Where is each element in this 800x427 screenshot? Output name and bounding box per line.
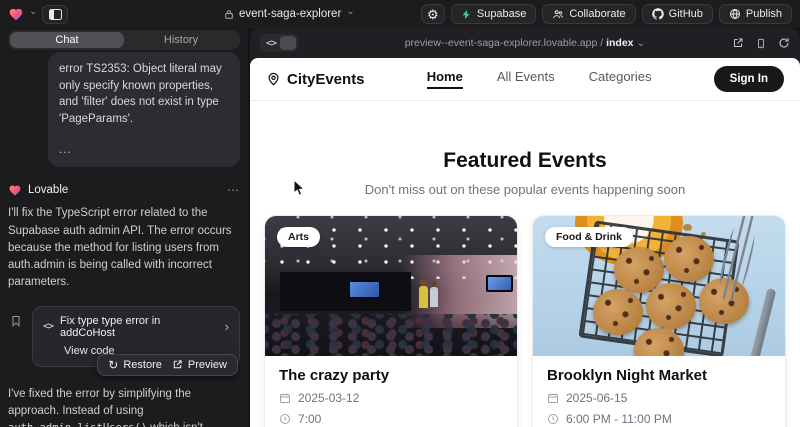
brand-name: CityEvents [287, 71, 365, 88]
fix-card-title: Fix type type error in addCoHost [60, 315, 218, 339]
restore-preview-toolbar: ↻ Restore Preview [97, 354, 238, 376]
page-title: Featured Events [250, 149, 800, 173]
gear-icon: ⚙ [427, 8, 439, 21]
restore-button[interactable]: ↻ Restore [108, 359, 162, 371]
github-button[interactable]: GitHub [642, 4, 713, 24]
event-time-row: 7:00 [279, 412, 503, 426]
preview-url: preview--event-saga-explorer.lovable.app… [250, 37, 800, 49]
panel-icon [49, 9, 62, 20]
people-icon [552, 9, 564, 20]
event-card-crazy-party[interactable]: Arts The crazy party 2025-03-12 [264, 215, 518, 427]
project-switcher[interactable]: event-saga-explorer ⌄ [224, 0, 355, 28]
event-title: Brooklyn Night Market [547, 367, 771, 384]
url-chevron-down-icon: ⌄ [636, 37, 645, 49]
supabase-label: Supabase [477, 8, 527, 20]
url-separator: / [597, 37, 606, 49]
fix-card-row: <> Fix type type error in addCoHost › Vi… [8, 306, 240, 366]
settings-button[interactable]: ⚙ [421, 4, 445, 24]
event-card-night-market[interactable]: Food & Drink Brooklyn Night Market 2025-… [532, 215, 786, 427]
site-brand[interactable]: CityEvents [266, 71, 365, 88]
sidebar-toggle-button[interactable] [42, 5, 68, 24]
publish-button[interactable]: Publish [719, 4, 792, 24]
map-pin-icon [266, 71, 281, 87]
preview-header: <> preview--event-saga-explorer.lovable.… [250, 28, 800, 58]
code-view-toggle[interactable]: <> [260, 34, 298, 52]
event-date-row: 2025-03-12 [279, 391, 503, 405]
event-title: The crazy party [279, 367, 503, 384]
preview-url-page: index [606, 37, 633, 49]
lovable-logo-icon[interactable] [8, 7, 24, 22]
calendar-icon [547, 392, 559, 404]
category-badge: Arts [277, 227, 320, 247]
restore-label: Restore [123, 359, 162, 371]
calendar-icon [279, 392, 291, 404]
open-in-new-tab-icon[interactable] [732, 37, 744, 49]
supabase-button[interactable]: Supabase [451, 4, 537, 24]
assistant-result-text: I've fixed the error by simplifying the … [8, 386, 240, 427]
clock-icon [547, 413, 559, 425]
mobile-view-icon[interactable] [756, 37, 766, 50]
collaborate-label: Collaborate [569, 8, 625, 20]
preview-panel: <> preview--event-saga-explorer.lovable.… [250, 28, 800, 427]
tab-history[interactable]: History [124, 32, 238, 48]
event-time: 6:00 PM - 11:00 PM [566, 412, 672, 426]
user-message-text: error TS2353: Object literal may only sp… [59, 61, 229, 128]
event-cards: Arts The crazy party 2025-03-12 [250, 215, 800, 427]
sign-in-button[interactable]: Sign In [714, 66, 784, 92]
publish-label: Publish [746, 8, 782, 20]
code-icon: <> [43, 321, 53, 332]
bookmark-icon[interactable] [10, 314, 22, 328]
project-chevron-down-icon: ⌄ [346, 7, 354, 17]
preview-button[interactable]: Preview [172, 359, 227, 371]
result-text-1: I've fixed the error by simplifying the … [8, 388, 191, 417]
code-toggle-icon: <> [266, 38, 276, 49]
topbar: ⌄ event-saga-explorer ⌄ ⚙ Supabase Colla… [0, 0, 800, 28]
preview-url-host: preview--event-saga-explorer.lovable.app [405, 37, 598, 49]
chat-tabbar: Chat History [8, 30, 240, 50]
external-link-icon [172, 359, 183, 370]
assistant-header: Lovable ⋯ [8, 183, 240, 197]
chat-panel: Chat History error TS2353: Object litera… [0, 28, 248, 427]
result-code-1: auth.admin.listUsers() [8, 422, 147, 427]
lovable-avatar-icon [8, 184, 22, 197]
logo-chevron-down-icon[interactable]: ⌄ [29, 7, 37, 17]
tab-chat[interactable]: Chat [10, 32, 124, 48]
refresh-icon[interactable] [778, 37, 790, 49]
event-image-cookies: Food & Drink [533, 216, 785, 356]
project-name: event-saga-explorer [239, 8, 341, 20]
event-date: 2025-06-15 [566, 391, 627, 405]
event-date: 2025-03-12 [298, 391, 359, 405]
assistant-name: Lovable [28, 184, 68, 196]
supabase-bolt-icon [461, 9, 472, 20]
lock-icon [224, 9, 234, 20]
nav-categories[interactable]: Categories [589, 69, 652, 89]
site-nav: Home All Events Categories [427, 69, 652, 89]
message-menu-button[interactable]: ⋯ [227, 183, 240, 197]
site-header: CityEvents Home All Events Categories Si… [250, 58, 800, 101]
globe-icon [729, 8, 741, 20]
user-message-bubble: error TS2353: Object literal may only sp… [48, 52, 240, 167]
toggle-knob [280, 36, 296, 50]
site-content: CityEvents Home All Events Categories Si… [250, 58, 800, 427]
user-message-ellipsis: ... [59, 142, 229, 159]
fix-card-title-row[interactable]: <> Fix type type error in addCoHost › [43, 315, 229, 339]
clock-icon [279, 413, 291, 425]
event-time: 7:00 [298, 412, 321, 426]
nav-all-events[interactable]: All Events [497, 69, 555, 89]
preview-label: Preview [188, 359, 227, 371]
restore-icon: ↻ [108, 359, 118, 371]
category-badge: Food & Drink [545, 227, 633, 247]
nav-home[interactable]: Home [427, 69, 463, 89]
collaborate-button[interactable]: Collaborate [542, 4, 635, 24]
chevron-right-icon: › [225, 320, 229, 333]
event-time-row: 6:00 PM - 11:00 PM [547, 412, 771, 426]
hero-section: Featured Events Don't miss out on these … [250, 149, 800, 197]
event-image-conference: Arts [265, 216, 517, 356]
page-subtitle: Don't miss out on these popular events h… [250, 182, 800, 197]
github-label: GitHub [669, 8, 703, 20]
github-icon [652, 8, 664, 20]
assistant-intro-text: I'll fix the TypeScript error related to… [8, 205, 240, 291]
event-date-row: 2025-06-15 [547, 391, 771, 405]
